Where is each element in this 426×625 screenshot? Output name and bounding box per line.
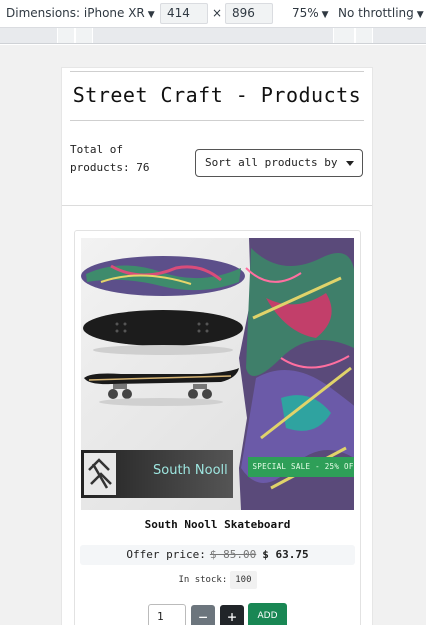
page-title: Street Craft - Products bbox=[72, 83, 362, 107]
quantity-input[interactable]: 1 bbox=[148, 604, 186, 625]
sort-dropdown[interactable]: Sort all products by bbox=[195, 149, 363, 177]
plus-icon: + bbox=[227, 608, 237, 625]
media-query-ruler[interactable] bbox=[0, 28, 426, 44]
sale-badge: SPECIAL SALE - 25% OFF bbox=[248, 457, 354, 477]
throttling-dropdown[interactable]: No throttling ▼ bbox=[338, 6, 424, 20]
offer-label: Offer price: bbox=[126, 548, 206, 561]
title-divider-top bbox=[70, 71, 364, 72]
caret-down-icon bbox=[346, 161, 354, 166]
product-card: South Nooll SPECIAL SALE - 25% OFF South… bbox=[74, 230, 361, 625]
viewport-width-input[interactable]: 414 bbox=[160, 3, 208, 24]
product-name: South Nooll Skateboard bbox=[144, 518, 291, 531]
chevron-down-icon: ▼ bbox=[416, 10, 424, 20]
ruler-segment[interactable] bbox=[75, 28, 93, 43]
device-dimensions-dropdown[interactable]: Dimensions: iPhone XR ▼ bbox=[6, 6, 155, 20]
stock-row: In stock: 100 bbox=[75, 571, 360, 589]
total-label: Total of bbox=[70, 143, 123, 156]
sort-label: Sort all products by bbox=[205, 156, 338, 169]
throttling-label: No throttling bbox=[338, 6, 414, 20]
total-products: Total of products: 76 bbox=[70, 141, 149, 177]
add-to-cart-button[interactable]: ADD bbox=[248, 603, 287, 625]
old-price: $ 85.00 bbox=[209, 548, 257, 561]
times-label: × bbox=[212, 6, 223, 20]
title-divider-bottom bbox=[70, 120, 364, 121]
decrease-quantity-button[interactable]: − bbox=[191, 605, 215, 625]
ruler-segment[interactable] bbox=[355, 28, 373, 43]
section-divider bbox=[62, 205, 372, 206]
products-page: Street Craft - Products Total of product… bbox=[61, 67, 373, 625]
product-image[interactable]: South Nooll SPECIAL SALE - 25% OFF bbox=[81, 238, 354, 510]
zoom-label: 75% bbox=[292, 6, 319, 20]
increase-quantity-button[interactable]: + bbox=[220, 605, 244, 625]
ruler-segment[interactable] bbox=[333, 28, 355, 43]
stock-label: In stock: bbox=[178, 575, 228, 585]
new-price: $ 63.75 bbox=[262, 548, 309, 561]
minus-icon: − bbox=[198, 608, 208, 625]
zoom-dropdown[interactable]: 75% ▼ bbox=[292, 6, 329, 20]
price-row: Offer price: $ 85.00 $ 63.75 bbox=[80, 545, 355, 565]
chevron-down-icon: ▼ bbox=[321, 10, 329, 20]
ruler-segment[interactable] bbox=[57, 28, 75, 43]
stock-value: 100 bbox=[230, 571, 257, 589]
chevron-down-icon: ▼ bbox=[147, 10, 155, 20]
devtools-device-toolbar: Dimensions: iPhone XR ▼ 414 × 896 75% ▼ No… bbox=[0, 0, 426, 28]
device-label: Dimensions: iPhone XR bbox=[6, 6, 145, 20]
brand-logo-text: South Nooll bbox=[153, 463, 228, 478]
total-value: products: 76 bbox=[70, 161, 150, 174]
viewport-height-input[interactable]: 896 bbox=[225, 3, 273, 24]
